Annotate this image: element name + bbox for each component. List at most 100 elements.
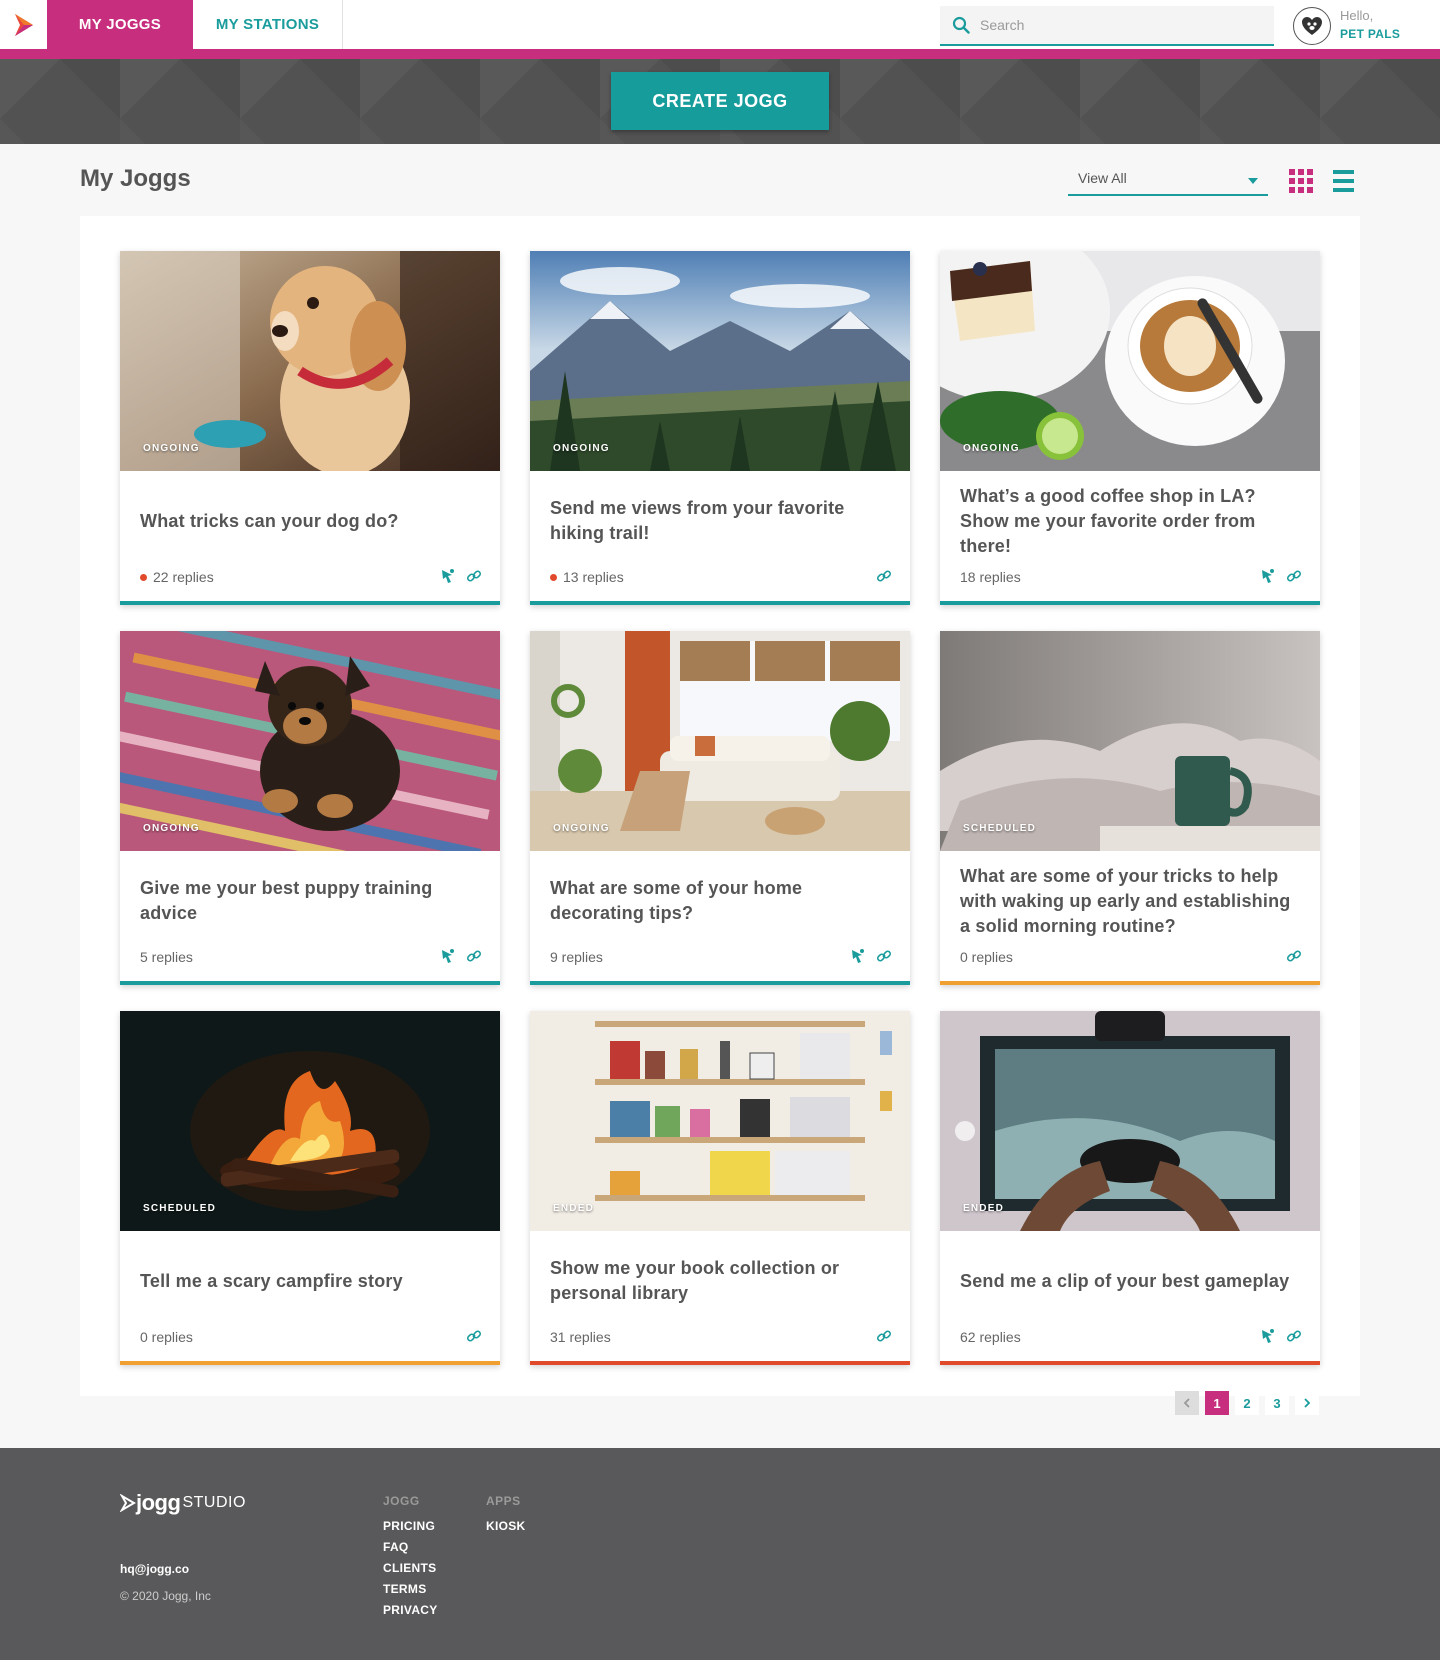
avatar[interactable] [1293,7,1331,45]
pagination-page-3[interactable]: 3 [1265,1391,1289,1415]
card-title[interactable]: Send me a clip of your best gameplay [960,1269,1289,1294]
link-icon[interactable] [466,948,482,964]
page-title: My Joggs [80,165,191,192]
status-badge: ENDED [553,1203,595,1214]
pagination-next-button[interactable] [1295,1391,1319,1415]
tab-my-stations[interactable]: MY STATIONS [193,0,343,49]
status-bar [120,1361,500,1365]
kiosk-icon[interactable] [1260,1328,1276,1344]
card-image [940,1011,1320,1231]
status-bar [530,1361,910,1365]
link-icon[interactable] [1286,1328,1302,1344]
replies-count: 31 replies [550,1329,611,1345]
card-title[interactable]: What are some of your tricks to help wit… [960,864,1300,939]
footer-logo[interactable]: jogg STUDIO [120,1490,246,1516]
status-bar [940,601,1320,605]
card-title[interactable]: Send me views from your favorite hiking … [550,496,890,546]
replies-count: 0 replies [960,949,1013,965]
status-badge: ENDED [963,1203,1005,1214]
card-image [120,1011,500,1231]
kiosk-icon[interactable] [440,568,456,584]
top-nav: MY JOGGS MY STATIONS Hello, PET PALS [0,0,1440,49]
chevron-left-icon [1183,1398,1190,1408]
grid-view-icon[interactable] [1289,169,1313,193]
footer-col-heading: JOGG [383,1494,420,1508]
replies-count: 9 replies [550,949,603,965]
live-dot-icon [140,573,147,581]
chevron-down-icon [1248,178,1258,184]
footer-link-kiosk[interactable]: KIOSK [486,1516,526,1537]
link-icon[interactable] [876,948,892,964]
jogg-card[interactable]: ENDED Show me your book collection or pe… [530,1011,910,1365]
kiosk-icon[interactable] [1260,568,1276,584]
status-bar [940,1361,1320,1365]
live-dot-icon [550,573,557,581]
jogg-card[interactable]: ONGOING What’s a good coffee shop in LA?… [940,251,1320,605]
jogg-card[interactable]: ENDED Send me a clip of your best gamepl… [940,1011,1320,1365]
card-image [530,631,910,851]
footer-link-clients[interactable]: CLIENTS [383,1558,438,1579]
view-filter-value: View All [1078,170,1127,186]
link-icon[interactable] [876,1328,892,1344]
card-image [120,631,500,851]
card-image [530,1011,910,1231]
card-title[interactable]: Show me your book collection or personal… [550,1256,890,1306]
kiosk-icon[interactable] [440,948,456,964]
replies-count: 13 replies [550,569,624,585]
link-icon[interactable] [466,1328,482,1344]
card-title[interactable]: What’s a good coffee shop in LA? Show me… [960,484,1300,559]
footer [0,1448,1440,1660]
footer-link-faq[interactable]: FAQ [383,1537,438,1558]
status-badge: ONGOING [963,443,1020,454]
card-image [940,631,1320,851]
replies-count: 0 replies [140,1329,193,1345]
status-badge: SCHEDULED [143,1203,217,1214]
chevron-right-icon [1304,1398,1311,1408]
greeting-label: Hello, [1340,8,1374,23]
card-title[interactable]: Tell me a scary campfire story [140,1269,403,1294]
jogg-card[interactable]: ONGOING What tricks can your dog do? 22 … [120,251,500,605]
footer-col-jogg: JOGG PRICING FAQ CLIENTS TERMS PRIVACY [383,1494,438,1621]
card-title[interactable]: What tricks can your dog do? [140,509,399,534]
jogg-card[interactable]: ONGOING Send me views from your favorite… [530,251,910,605]
jogg-card[interactable]: SCHEDULED Tell me a scary campfire story… [120,1011,500,1365]
link-icon[interactable] [1286,948,1302,964]
footer-email-link[interactable]: hq@jogg.co [120,1562,189,1576]
status-bar [530,981,910,985]
footer-link-privacy[interactable]: PRIVACY [383,1600,438,1621]
footer-copyright: © 2020 Jogg, Inc [120,1589,211,1603]
search-input[interactable] [980,17,1260,33]
link-icon[interactable] [876,568,892,584]
card-title[interactable]: What are some of your home decorating ti… [550,876,890,926]
jogg-mark-icon [120,1494,136,1512]
status-bar [530,601,910,605]
status-badge: ONGOING [553,823,610,834]
create-jogg-button[interactable]: CREATE JOGG [611,72,829,130]
footer-link-pricing[interactable]: PRICING [383,1516,438,1537]
tab-my-joggs[interactable]: MY JOGGS [47,0,193,49]
jogg-card[interactable]: ONGOING Give me your best puppy training… [120,631,500,985]
link-icon[interactable] [1286,568,1302,584]
footer-col-apps: APPS KIOSK [486,1494,526,1537]
view-filter-select[interactable]: View All [1068,166,1268,196]
footer-col-heading: APPS [486,1494,521,1508]
pagination-page-1[interactable]: 1 [1205,1391,1229,1415]
card-image [940,251,1320,471]
user-name[interactable]: PET PALS [1340,27,1400,41]
pagination-page-2[interactable]: 2 [1235,1391,1259,1415]
footer-link-terms[interactable]: TERMS [383,1579,438,1600]
jogg-card[interactable]: SCHEDULED What are some of your tricks t… [940,631,1320,985]
replies-count: 5 replies [140,949,193,965]
pagination-prev-button[interactable] [1175,1391,1199,1415]
status-bar [940,981,1320,985]
kiosk-icon[interactable] [850,948,866,964]
link-icon[interactable] [466,568,482,584]
replies-count: 62 replies [960,1329,1021,1345]
list-view-icon[interactable] [1333,170,1354,192]
jogg-card[interactable]: ONGOING What are some of your home decor… [530,631,910,985]
status-bar [120,601,500,605]
header-accent-line [0,49,1440,59]
status-badge: SCHEDULED [963,823,1037,834]
jogg-logo-icon[interactable] [0,0,47,49]
card-title[interactable]: Give me your best puppy training advice [140,876,480,926]
